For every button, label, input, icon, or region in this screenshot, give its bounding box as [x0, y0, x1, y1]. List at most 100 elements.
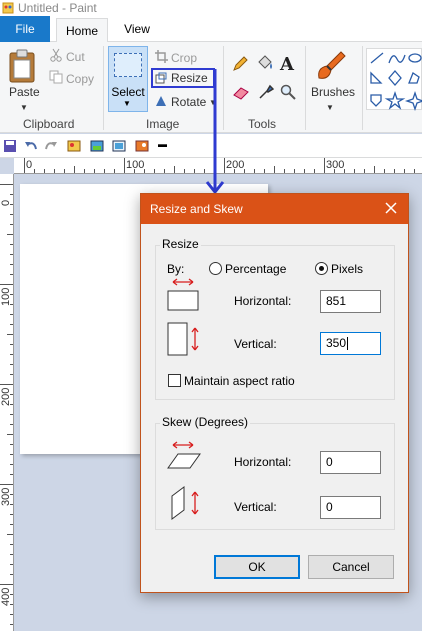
paste-button[interactable]: Paste	[9, 84, 40, 100]
ruler-tick	[264, 169, 265, 173]
save-icon[interactable]	[3, 139, 17, 153]
ruler-tick	[44, 169, 45, 173]
paste-dropdown-icon[interactable]: ▼	[20, 100, 28, 116]
ruler-top-label: 100	[126, 159, 145, 171]
ruler-left-label: 0	[0, 199, 12, 206]
ruler-tick	[10, 354, 13, 355]
ruler-tick	[414, 169, 415, 173]
rotate-icon[interactable]	[155, 94, 168, 107]
image-properties-icon[interactable]	[135, 139, 149, 153]
horizontal-skew-icon	[167, 441, 201, 469]
skew-vertical-input[interactable]: 0	[320, 496, 381, 519]
ruler-tick	[10, 564, 13, 565]
pixels-label[interactable]: Pixels	[331, 261, 363, 277]
ruler-tick	[10, 454, 13, 455]
ruler-tick	[10, 444, 13, 445]
resize-horizontal-input[interactable]: 851	[320, 290, 381, 313]
magnifier-icon[interactable]	[280, 84, 296, 100]
fill-icon[interactable]	[256, 54, 274, 72]
group-divider	[305, 46, 306, 130]
shapes-gallery[interactable]	[366, 48, 422, 111]
resize-skew-dialog: Resize and Skew Resize By: Percentage Pi…	[140, 193, 409, 593]
ruler-left-label: 300	[0, 487, 12, 506]
resize-icon	[155, 72, 167, 84]
ruler-left-label: 100	[0, 287, 12, 306]
ruler-tick	[0, 484, 13, 485]
ruler-tick	[94, 169, 95, 173]
pixels-radio[interactable]	[315, 262, 328, 275]
redo-icon[interactable]	[44, 139, 58, 153]
clipboard-group-label: Clipboard	[23, 117, 75, 131]
paste-icon[interactable]	[8, 48, 38, 84]
brushes-dropdown-icon[interactable]: ▼	[326, 100, 334, 116]
ruler-tick	[10, 474, 13, 475]
ruler-tick	[194, 169, 195, 173]
cancel-button[interactable]: Cancel	[308, 555, 394, 579]
ruler-tick	[10, 344, 13, 345]
ok-button[interactable]: OK	[214, 555, 300, 579]
ruler-tick	[24, 158, 25, 173]
maintain-aspect-label[interactable]: Maintain aspect ratio	[184, 373, 295, 389]
pencil-icon[interactable]	[232, 56, 248, 72]
resize-vertical-input[interactable]: 350	[320, 332, 381, 355]
percentage-label[interactable]: Percentage	[225, 261, 286, 277]
ruler-tick	[10, 254, 13, 255]
group-divider	[223, 46, 224, 130]
ruler-top-label: 300	[326, 159, 345, 171]
crop-icon[interactable]	[155, 50, 168, 63]
print-preview-icon[interactable]	[90, 139, 104, 153]
ruler-tick	[274, 166, 275, 173]
select-icon	[114, 53, 142, 77]
skew-horizontal-input[interactable]: 0	[320, 451, 381, 474]
cut-button[interactable]: Cut	[66, 49, 85, 65]
resize-button-highlight[interactable]: Resize	[151, 68, 215, 88]
quick-access-toolbar: ▬	[0, 134, 422, 158]
rotate-dropdown-icon[interactable]: ▼	[209, 95, 217, 111]
ruler-top: 0 100 200 300	[14, 158, 422, 174]
color-picker-icon[interactable]	[258, 84, 274, 100]
ruler-left-label: 200	[0, 387, 12, 406]
tools-group-label: Tools	[248, 117, 277, 131]
ruler-tick	[10, 314, 13, 315]
percentage-radio[interactable]	[209, 262, 222, 275]
ruler-top-label: 0	[26, 159, 33, 171]
ribbon-tabs: File Home View	[0, 16, 422, 43]
brushes-icon[interactable]	[313, 48, 349, 84]
tab-view[interactable]: View	[112, 16, 162, 42]
ruler-tick	[64, 169, 65, 173]
cut-icon[interactable]	[49, 48, 63, 62]
copy-button[interactable]: Copy	[66, 71, 94, 87]
ruler-tick	[10, 614, 13, 615]
skew-horizontal-label: Horizontal:	[234, 455, 292, 469]
brushes-button[interactable]: Brushes	[311, 84, 355, 100]
ruler-tick	[10, 414, 13, 415]
tab-file[interactable]: File	[0, 16, 50, 42]
ruler-tick	[10, 324, 13, 325]
undo-icon[interactable]	[24, 139, 38, 153]
text-icon[interactable]: A	[280, 54, 294, 75]
ruler-tick	[304, 169, 305, 173]
ruler-tick	[184, 169, 185, 173]
ruler-tick	[10, 554, 13, 555]
vertical-skew-icon	[171, 486, 199, 520]
maintain-aspect-checkbox[interactable]	[168, 374, 181, 387]
by-label: By:	[167, 262, 185, 276]
shapes-icon	[370, 52, 422, 111]
tab-home[interactable]: Home	[56, 18, 108, 43]
ruler-tick	[364, 169, 365, 173]
close-icon[interactable]	[384, 201, 398, 215]
image-icon[interactable]	[67, 139, 81, 153]
ruler-tick	[7, 334, 13, 335]
customize-toolbar-dropdown-icon[interactable]: ▬	[158, 139, 167, 149]
ruler-tick	[0, 584, 13, 585]
group-divider	[362, 46, 363, 130]
copy-icon[interactable]	[49, 70, 63, 84]
ruler-left: 0 100 200 300 400	[0, 174, 14, 631]
select-label: Select	[111, 85, 145, 99]
ruler-tick	[10, 574, 13, 575]
select-button[interactable]: Select ▼	[108, 46, 148, 112]
rotate-button[interactable]: Rotate	[171, 94, 206, 110]
properties-icon[interactable]	[112, 139, 126, 153]
eraser-icon[interactable]	[232, 84, 250, 100]
crop-button[interactable]: Crop	[171, 50, 197, 66]
